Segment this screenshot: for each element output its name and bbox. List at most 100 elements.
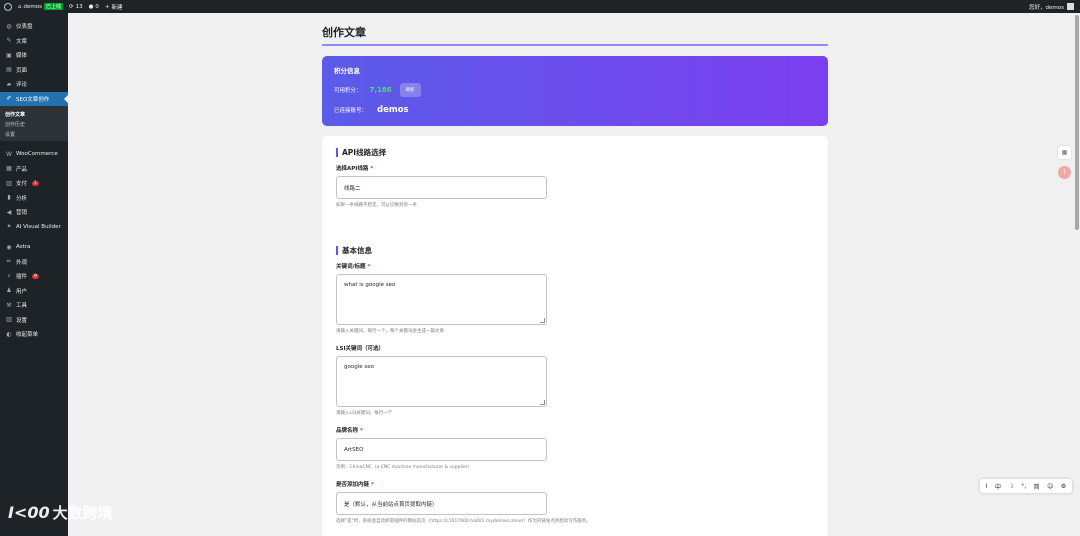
sidebar-item-appearance[interactable]: ✏ 外观 bbox=[0, 255, 68, 270]
sidebar-item-label: WooCommerce bbox=[16, 151, 58, 158]
ime-button[interactable]: 中 bbox=[995, 482, 1001, 491]
grid-icon[interactable]: ▦ bbox=[1058, 146, 1071, 159]
ai-builder-icon: ✦ bbox=[6, 223, 12, 231]
scrollbar-thumb[interactable] bbox=[1075, 15, 1079, 230]
sidebar-item-tools[interactable]: ⚒ 工具 bbox=[0, 298, 68, 313]
updates-icon: ⟳ bbox=[68, 3, 74, 10]
settings-icon: ▥ bbox=[6, 316, 12, 324]
sidebar-item-label: Astra bbox=[16, 244, 31, 251]
sidebar-item-products[interactable]: ▦ 产品 bbox=[0, 162, 68, 177]
account-menu[interactable]: 您好，demos bbox=[1029, 3, 1080, 11]
internal-link-hint: 选择"是"时，系统会自动抓取插件的网站首页（https://c1017600.h… bbox=[336, 519, 591, 524]
ime-button[interactable]: 简 bbox=[1034, 482, 1040, 491]
keyword-textarea[interactable]: what is google seo bbox=[336, 274, 547, 325]
admin-bar: ⌂ demos 已上线 ⟳ 13 ● 0 + 新建 您好，demos bbox=[0, 0, 1080, 13]
lsi-hint: 请输入LSI关键词，每行一个 bbox=[336, 411, 393, 416]
sidebar-item-dashboard[interactable]: ◍ 仪表盘 bbox=[0, 19, 68, 34]
sidebar-item-comment[interactable]: ▰ 评论 bbox=[0, 77, 68, 92]
submenu-item-history[interactable]: 创作历史 bbox=[0, 119, 68, 129]
bound-account-label: 已连接账号： bbox=[334, 108, 368, 114]
sidebar-item-label: 用户 bbox=[16, 288, 28, 295]
ime-button[interactable]: °, bbox=[1021, 483, 1026, 490]
sidebar-item-label: 工具 bbox=[16, 303, 28, 310]
bound-account-value: demos bbox=[377, 105, 409, 115]
pen-icon: ✐ bbox=[6, 95, 12, 103]
wordpress-logo-icon[interactable] bbox=[4, 2, 12, 11]
live-badge: 已上线 bbox=[43, 3, 63, 10]
keyword-hint: 请输入关键词，每行一个，每个关键词会生成一篇文章 bbox=[336, 329, 444, 334]
dashboard-icon: ◍ bbox=[6, 22, 12, 30]
sidebar-item-page[interactable]: ▤ 页面 bbox=[0, 63, 68, 78]
seo-writer-submenu: 创作文章 创作历史 设置 bbox=[0, 106, 68, 141]
pin-icon: ✎ bbox=[6, 37, 12, 45]
watermark: I<00 大数跨境 bbox=[8, 502, 113, 523]
sidebar-item-media[interactable]: ▣ 媒体 bbox=[0, 48, 68, 63]
watermark-logo: I<00 bbox=[8, 503, 50, 522]
sidebar-item-users[interactable]: ♟ 用户 bbox=[0, 284, 68, 299]
sidebar-item-seo-writer[interactable]: ✐ SEO文章创作 bbox=[0, 91, 68, 106]
api-line-select[interactable]: 线路二 bbox=[336, 176, 547, 199]
sidebar-item-astra[interactable]: ◉ Astra bbox=[0, 240, 68, 255]
appearance-icon: ✏ bbox=[6, 258, 12, 266]
sidebar-item-label: 分析 bbox=[16, 195, 28, 202]
admin-sidebar: ◍ 仪表盘 ✎ 文章 ▣ 媒体 ▤ 页面 ▰ 评论 ✐ SEO文章创作 创作文章 创作历史 设置 … bbox=[0, 13, 68, 536]
page-title: 创作文章 bbox=[322, 20, 828, 46]
page-icon: ▤ bbox=[6, 66, 12, 74]
media-icon: ▣ bbox=[6, 51, 12, 59]
internal-link-select[interactable]: 是（默认，从当前站点首页提取内链） bbox=[336, 492, 547, 515]
comment-bubble-icon: ● bbox=[88, 3, 94, 10]
sidebar-item-label: 仪表盘 bbox=[16, 24, 33, 31]
sidebar-item-woocommerce[interactable]: W WooCommerce bbox=[0, 147, 68, 162]
comments-link[interactable]: ● 0 bbox=[89, 4, 99, 10]
lsi-textarea[interactable]: google seo bbox=[336, 356, 547, 407]
payments-icon: ▥ bbox=[6, 179, 12, 187]
refresh-button[interactable]: 刷新 bbox=[399, 83, 421, 97]
products-icon: ▦ bbox=[6, 165, 12, 173]
help-icon[interactable]: ? bbox=[1058, 166, 1071, 179]
sidebar-item-label: 文章 bbox=[16, 38, 28, 45]
sidebar-item-label: AI Visual Builder bbox=[16, 223, 61, 230]
sidebar-item-ai-builder[interactable]: ✦ AI Visual Builder bbox=[0, 220, 68, 235]
plus-icon: + bbox=[104, 3, 110, 10]
sidebar-item-label: 外观 bbox=[16, 259, 28, 266]
count-badge: 9 bbox=[32, 273, 39, 279]
ime-toolbar[interactable]: I 中 ☽ °, 简 ☺ ⚙ bbox=[980, 479, 1072, 493]
sidebar-item-label: 收起菜单 bbox=[16, 332, 39, 339]
sidebar-item-label: 支付 bbox=[16, 181, 28, 188]
sidebar-item-marketing[interactable]: ◀ 营销 bbox=[0, 205, 68, 220]
ime-button[interactable]: I bbox=[986, 483, 988, 490]
main-content: 创作文章 积分信息 可用积分： 7,186 刷新 已连接账号： demos AP… bbox=[322, 20, 828, 536]
home-icon: ⌂ bbox=[18, 3, 22, 10]
avatar bbox=[1067, 3, 1074, 10]
updates-link[interactable]: ⟳ 13 bbox=[69, 4, 83, 10]
submenu-item-create[interactable]: 创作文章 bbox=[0, 109, 68, 119]
tools-icon: ⚒ bbox=[6, 301, 12, 309]
basic-section-title: 基本信息 bbox=[336, 246, 814, 255]
sidebar-item-label: 插件 bbox=[16, 274, 28, 281]
ime-button[interactable]: ☽ bbox=[1008, 483, 1013, 490]
brand-hint: 示例：ChinaCNC（a CNC machine manufacturer &… bbox=[336, 465, 473, 470]
sidebar-item-payments[interactable]: ▥ 支付 1 bbox=[0, 176, 68, 191]
collapse-icon: ◐ bbox=[6, 330, 12, 338]
sidebar-item-label: 媒体 bbox=[16, 53, 28, 60]
api-line-label: 选择API线路 * bbox=[336, 166, 374, 172]
marketing-icon: ◀ bbox=[6, 208, 12, 216]
sidebar-item-pin[interactable]: ✎ 文章 bbox=[0, 34, 68, 49]
new-content-link[interactable]: + 新建 bbox=[105, 3, 123, 11]
ime-button[interactable]: ⚙ bbox=[1061, 483, 1066, 490]
watermark-text: 大数跨境 bbox=[52, 504, 113, 522]
keyword-label: 关键词/标题 * bbox=[336, 264, 371, 270]
api-section-title: API线路选择 bbox=[336, 148, 814, 157]
available-points-value: 7,186 bbox=[369, 86, 392, 94]
ime-button[interactable]: ☺ bbox=[1047, 483, 1053, 490]
site-name-link[interactable]: ⌂ demos 已上线 bbox=[18, 3, 63, 10]
sidebar-item-plugins[interactable]: ⚡ 插件 9 bbox=[0, 269, 68, 284]
page-scrollbar[interactable] bbox=[1074, 13, 1080, 536]
analytics-icon: ▮ bbox=[7, 194, 11, 202]
sidebar-item-settings[interactable]: ▥ 设置 bbox=[0, 313, 68, 328]
brand-input[interactable]: ArtSEO bbox=[336, 438, 547, 461]
submenu-item-settings[interactable]: 设置 bbox=[0, 129, 68, 139]
sidebar-item-analytics[interactable]: ▮ 分析 bbox=[0, 191, 68, 206]
internal-link-label: 是否添加内链 * bbox=[336, 482, 374, 488]
sidebar-item-collapse[interactable]: ◐ 收起菜单 bbox=[0, 327, 68, 342]
